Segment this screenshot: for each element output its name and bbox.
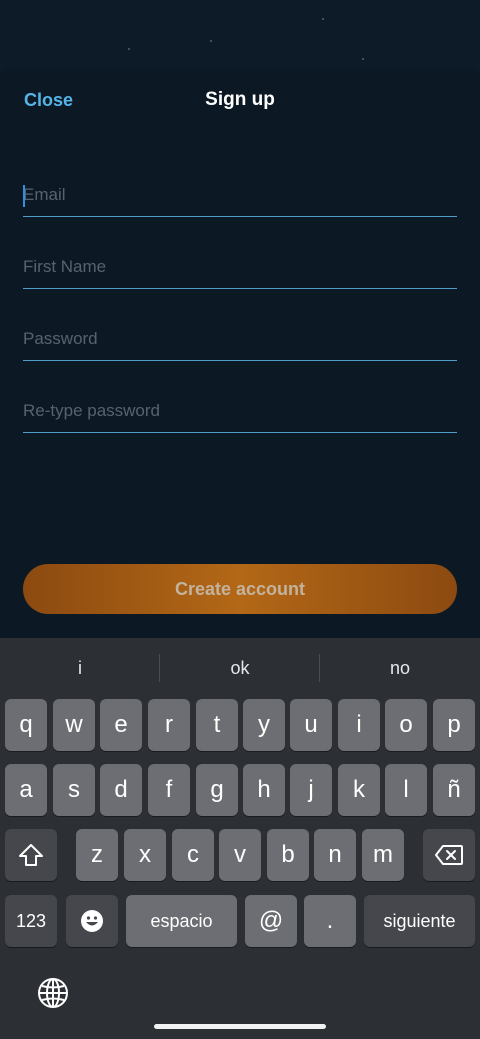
key-j[interactable]: j xyxy=(290,764,332,816)
retype-password-field[interactable] xyxy=(23,393,457,433)
key-h[interactable]: h xyxy=(243,764,285,816)
suggestion-item[interactable]: i xyxy=(0,650,160,686)
key-l[interactable]: l xyxy=(385,764,427,816)
star xyxy=(322,18,324,20)
shift-icon xyxy=(19,844,43,866)
text-caret xyxy=(23,185,25,207)
key-x[interactable]: x xyxy=(124,829,166,881)
key-t[interactable]: t xyxy=(196,699,238,751)
key-c[interactable]: c xyxy=(172,829,214,881)
key-g[interactable]: g xyxy=(196,764,238,816)
key-n[interactable]: n xyxy=(314,829,356,881)
key-v[interactable]: v xyxy=(219,829,261,881)
retype-password-input[interactable] xyxy=(23,393,457,429)
emoji-key[interactable] xyxy=(66,895,118,947)
numbers-key[interactable]: 123 xyxy=(5,895,57,947)
space-key[interactable]: espacio xyxy=(126,895,237,947)
key-d[interactable]: d xyxy=(100,764,142,816)
password-field[interactable] xyxy=(23,321,457,361)
star xyxy=(128,48,130,50)
globe-icon[interactable] xyxy=(36,976,70,1010)
suggestion-item[interactable]: no xyxy=(320,650,480,686)
key-b[interactable]: b xyxy=(267,829,309,881)
create-account-button[interactable]: Create account xyxy=(23,564,457,614)
key-r[interactable]: r xyxy=(148,699,190,751)
delete-icon xyxy=(435,845,463,865)
key-w[interactable]: w xyxy=(53,699,95,751)
dot-key[interactable]: . xyxy=(304,895,356,947)
first-name-field[interactable] xyxy=(23,249,457,289)
password-input[interactable] xyxy=(23,321,457,357)
key-u[interactable]: u xyxy=(290,699,332,751)
key-p[interactable]: p xyxy=(433,699,475,751)
home-indicator xyxy=(154,1024,326,1029)
page-title: Sign up xyxy=(205,89,275,110)
key-m[interactable]: m xyxy=(362,829,404,881)
shift-key[interactable] xyxy=(5,829,57,881)
next-key[interactable]: siguiente xyxy=(364,895,475,947)
key-k[interactable]: k xyxy=(338,764,380,816)
key-o[interactable]: o xyxy=(385,699,427,751)
star xyxy=(362,58,364,60)
key-y[interactable]: y xyxy=(243,699,285,751)
key-z[interactable]: z xyxy=(76,829,118,881)
key-n-tilde[interactable]: ñ xyxy=(433,764,475,816)
emoji-icon xyxy=(81,910,103,932)
key-a[interactable]: a xyxy=(5,764,47,816)
key-q[interactable]: q xyxy=(5,699,47,751)
key-f[interactable]: f xyxy=(148,764,190,816)
key-i[interactable]: i xyxy=(338,699,380,751)
email-input[interactable] xyxy=(23,177,457,213)
suggestion-item[interactable]: ok xyxy=(160,650,320,686)
first-name-input[interactable] xyxy=(23,249,457,285)
key-e[interactable]: e xyxy=(100,699,142,751)
at-key[interactable]: @ xyxy=(245,895,297,947)
star xyxy=(210,40,212,42)
delete-key[interactable] xyxy=(423,829,475,881)
email-field[interactable] xyxy=(23,177,457,217)
key-s[interactable]: s xyxy=(53,764,95,816)
